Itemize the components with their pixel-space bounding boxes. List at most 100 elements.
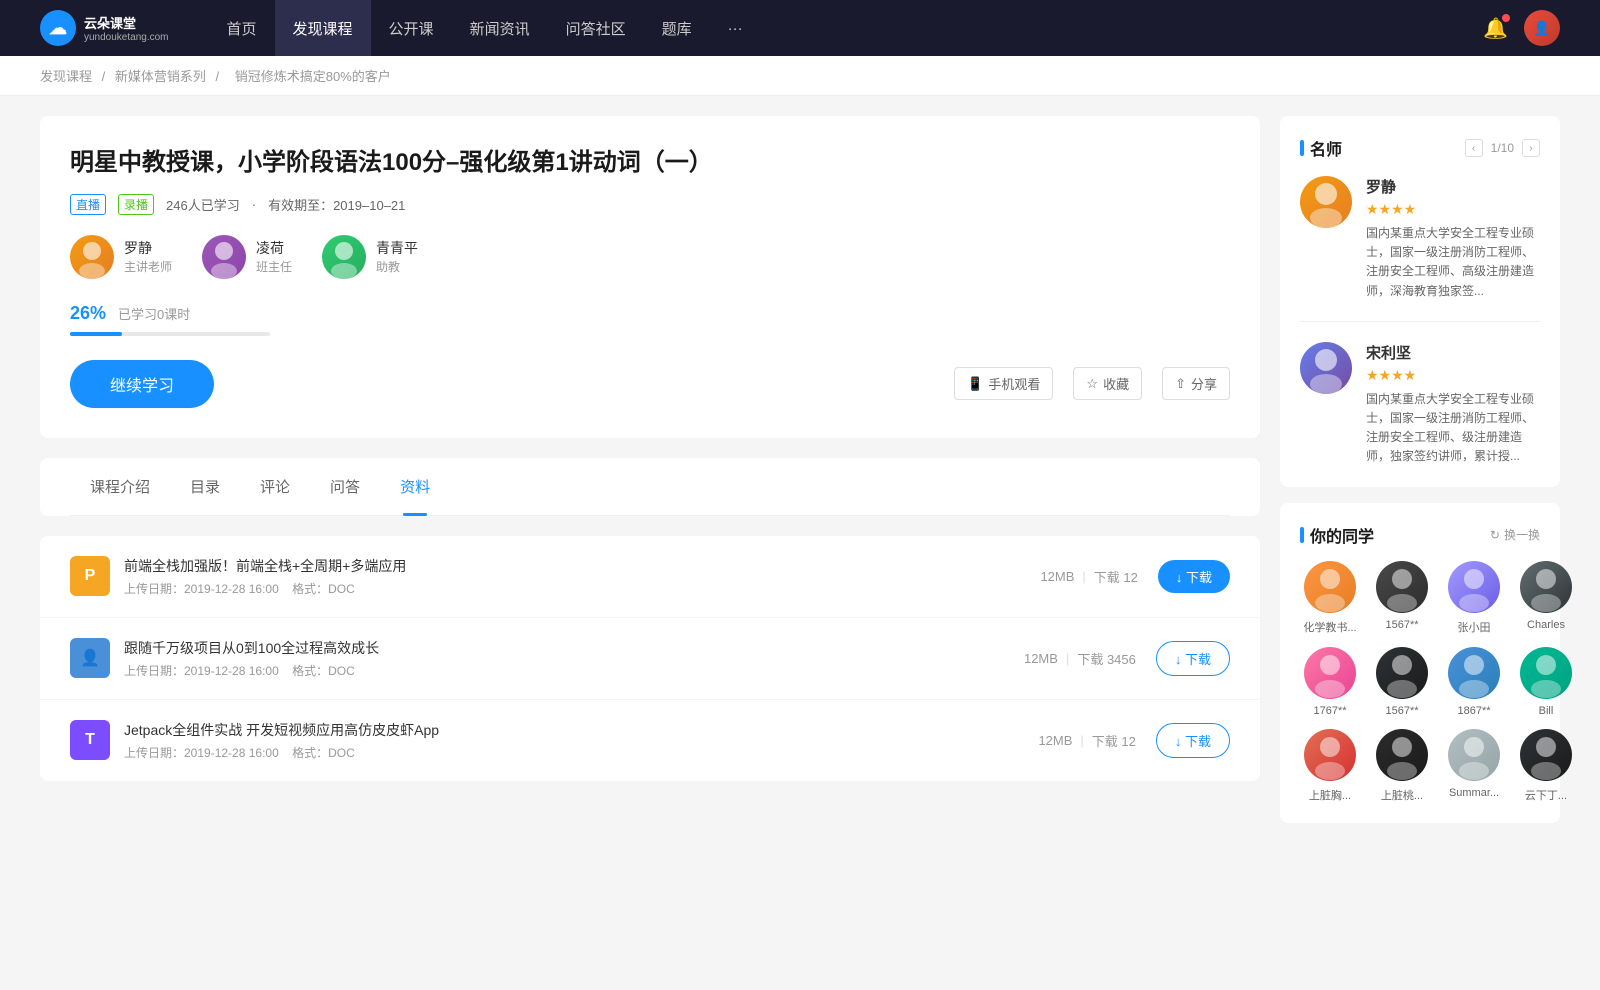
nav-right: 🔔 👤	[1483, 10, 1560, 46]
resource-item-2: 👤 跟随千万级项目从0到100全过程高效成长 上传日期：2019-12-28 1…	[40, 618, 1260, 700]
main-container: 明星中教授课，小学阶段语法100分–强化级第1讲动词（一） 直播 录播 246人…	[0, 96, 1600, 859]
classmate-10[interactable]: 上脏桃...	[1372, 729, 1432, 803]
tab-intro[interactable]: 课程介绍	[70, 458, 170, 515]
classmate-name-1: 化学教书...	[1300, 619, 1360, 635]
classmate-4[interactable]: Charles	[1516, 561, 1576, 635]
classmate-name-12: 云下丁...	[1516, 787, 1576, 803]
nav-items: 首页 发现课程 公开课 新闻资讯 问答社区 题库 ···	[209, 0, 1484, 56]
download-button-2[interactable]: ↓ 下载	[1156, 641, 1230, 676]
nav-item-quiz[interactable]: 题库	[644, 0, 710, 56]
classmate-name-5: 1767**	[1300, 705, 1360, 717]
progress-percentage: 26%	[70, 303, 106, 324]
logo-icon: ☁	[40, 10, 76, 46]
collect-link[interactable]: ☆ 收藏	[1073, 367, 1142, 400]
nav-item-discover[interactable]: 发现课程	[275, 0, 371, 56]
resource-item-3: T Jetpack全组件实战 开发短视频应用高仿皮皮虾App 上传日期：2019…	[40, 700, 1260, 781]
logo[interactable]: ☁ 云朵课堂 yundouketang.com	[40, 10, 169, 46]
refresh-icon: ↻	[1490, 528, 1500, 542]
teachers-panel-header: 名师 ‹ 1/10 ›	[1300, 136, 1540, 160]
teacher-stars-2: ★★★★	[1366, 367, 1540, 384]
student-count: 246人已学习	[166, 195, 240, 214]
tab-catalog[interactable]: 目录	[170, 458, 240, 515]
teacher-name-2: 凌荷	[256, 238, 292, 258]
breadcrumb-link-2[interactable]: 新媒体营销系列	[115, 69, 206, 84]
classmate-name-3: 张小田	[1444, 619, 1504, 635]
teacher-desc-1: 国内某重点大学安全工程专业硕士，国家一级注册消防工程师、注册安全工程师、高级注册…	[1366, 224, 1540, 301]
nav-item-more[interactable]: ···	[710, 0, 761, 56]
classmate-avatar-4	[1520, 561, 1572, 613]
resource-stats-2: 12MB | 下载 3456	[1024, 649, 1136, 668]
classmate-name-2: 1567**	[1372, 619, 1432, 631]
teacher-right-avatar-2	[1300, 342, 1352, 394]
classmate-12[interactable]: 云下丁...	[1516, 729, 1576, 803]
teacher-name-3: 青青平	[376, 238, 418, 258]
teacher-desc-2: 国内某重点大学安全工程专业硕士，国家一级注册消防工程师、注册安全工程师、级注册建…	[1366, 390, 1540, 467]
resource-info-2: 跟随千万级项目从0到100全过程高效成长 上传日期：2019-12-28 16:…	[124, 638, 1024, 679]
nav-item-open[interactable]: 公开课	[371, 0, 452, 56]
nav-item-news[interactable]: 新闻资讯	[452, 0, 548, 56]
course-meta: 直播 录播 246人已学习 · 有效期至：2019–10–21	[70, 194, 1230, 215]
teacher-avatar-2	[202, 235, 246, 279]
teachers-next-button[interactable]: ›	[1522, 139, 1540, 157]
right-panel: 名师 ‹ 1/10 › 罗静 ★★★★ 国内某重点	[1280, 116, 1560, 839]
logo-text: 云朵课堂 yundouketang.com	[84, 13, 169, 43]
classmate-avatar-6	[1376, 647, 1428, 699]
nav-item-home[interactable]: 首页	[209, 0, 275, 56]
teachers-prev-button[interactable]: ‹	[1465, 139, 1483, 157]
share-link[interactable]: ⇧ 分享	[1162, 367, 1230, 400]
classmate-11[interactable]: Summar...	[1444, 729, 1504, 803]
classmate-8[interactable]: Bill	[1516, 647, 1576, 717]
bell-icon[interactable]: 🔔	[1483, 16, 1508, 41]
nav-item-qa[interactable]: 问答社区	[548, 0, 644, 56]
teacher-name-1: 罗静	[124, 238, 172, 258]
teachers-panel-nav: ‹ 1/10 ›	[1465, 139, 1540, 157]
course-title: 明星中教授课，小学阶段语法100分–强化级第1讲动词（一）	[70, 146, 1230, 180]
resource-name-2: 跟随千万级项目从0到100全过程高效成长	[124, 638, 1024, 658]
teacher-right-info-1: 罗静 ★★★★ 国内某重点大学安全工程专业硕士，国家一级注册消防工程师、注册安全…	[1366, 176, 1540, 301]
resources-list: P 前端全栈加强版！前端全栈+全周期+多端应用 上传日期：2019-12-28 …	[40, 536, 1260, 781]
classmate-6[interactable]: 1567**	[1372, 647, 1432, 717]
user-avatar[interactable]: 👤	[1524, 10, 1560, 46]
classmate-5[interactable]: 1767**	[1300, 647, 1360, 717]
tab-review[interactable]: 评论	[240, 458, 310, 515]
teacher-1: 罗静 主讲老师	[70, 235, 172, 279]
classmate-name-11: Summar...	[1444, 787, 1504, 799]
continue-learning-button[interactable]: 继续学习	[70, 360, 214, 408]
refresh-classmates-button[interactable]: ↻ 换一换	[1490, 526, 1540, 543]
teacher-avatar-1	[70, 235, 114, 279]
tabs-card: 课程介绍 目录 评论 问答 资料	[40, 458, 1260, 516]
classmate-avatar-11	[1448, 729, 1500, 781]
breadcrumb: 发现课程 / 新媒体营销系列 / 销冠修炼术搞定80%的客户	[0, 56, 1600, 96]
download-button-1[interactable]: ↓ 下载	[1158, 560, 1230, 593]
classmate-avatar-9	[1304, 729, 1356, 781]
mobile-icon: 📱	[967, 376, 983, 392]
mobile-view-link[interactable]: 📱 手机观看	[954, 367, 1053, 400]
download-button-3[interactable]: ↓ 下载	[1156, 723, 1230, 758]
classmate-avatar-8	[1520, 647, 1572, 699]
tab-materials[interactable]: 资料	[380, 458, 450, 515]
navbar: ☁ 云朵课堂 yundouketang.com 首页 发现课程 公开课 新闻资讯…	[0, 0, 1600, 56]
expire-date: 有效期至：2019–10–21	[268, 195, 405, 214]
badge-live: 直播	[70, 194, 106, 215]
classmate-7[interactable]: 1867**	[1444, 647, 1504, 717]
breadcrumb-link-1[interactable]: 发现课程	[40, 69, 92, 84]
classmate-avatar-10	[1376, 729, 1428, 781]
tab-qa[interactable]: 问答	[310, 458, 380, 515]
teacher-right-1: 罗静 ★★★★ 国内某重点大学安全工程专业硕士，国家一级注册消防工程师、注册安全…	[1300, 176, 1540, 322]
classmate-2[interactable]: 1567**	[1372, 561, 1432, 635]
classmate-name-6: 1567**	[1372, 705, 1432, 717]
teacher-right-avatar-1	[1300, 176, 1352, 228]
classmate-avatar-1	[1304, 561, 1356, 613]
teacher-role-3: 助教	[376, 258, 418, 275]
classmate-1[interactable]: 化学教书...	[1300, 561, 1360, 635]
classmate-avatar-12	[1520, 729, 1572, 781]
classmate-9[interactable]: 上脏胸...	[1300, 729, 1360, 803]
progress-bar-fill	[70, 332, 122, 336]
resource-info-1: 前端全栈加强版！前端全栈+全周期+多端应用 上传日期：2019-12-28 16…	[124, 556, 1040, 597]
teacher-role-2: 班主任	[256, 258, 292, 275]
action-row: 继续学习 📱 手机观看 ☆ 收藏 ⇧ 分享	[70, 360, 1230, 408]
teachers-page: 1/10	[1491, 141, 1514, 155]
progress-section: 26% 已学习0课时	[70, 303, 1230, 336]
resource-stats-1: 12MB | 下载 12	[1040, 567, 1137, 586]
classmate-3[interactable]: 张小田	[1444, 561, 1504, 635]
